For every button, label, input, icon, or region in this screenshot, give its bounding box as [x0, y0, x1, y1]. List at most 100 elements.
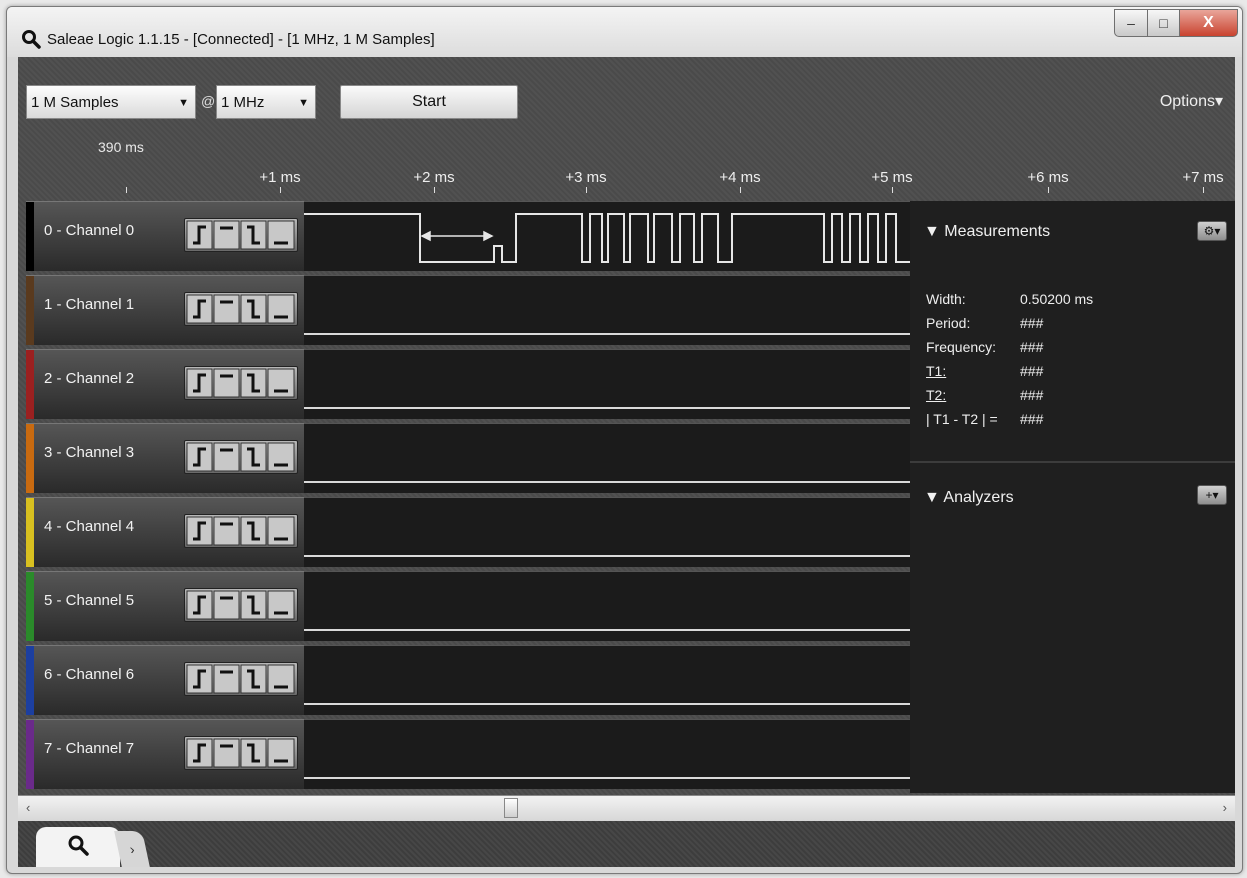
measurement-value: 0.50200 ms: [1020, 291, 1094, 307]
bottom-tab-bar: ›: [18, 821, 1235, 867]
signal-low-line: [304, 407, 910, 409]
waveform-channel-1[interactable]: [304, 275, 910, 345]
channel-row-1[interactable]: 1 - Channel 1: [26, 275, 304, 345]
measurement-label: Width:: [926, 291, 966, 307]
tick-mark: [434, 187, 435, 193]
channel-label: 2 - Channel 2: [44, 370, 135, 387]
chevron-down-icon: ▼: [298, 97, 309, 109]
search-icon: [67, 834, 89, 861]
gear-icon[interactable]: ⚙▾: [1197, 221, 1227, 241]
origin-tick: [126, 187, 127, 193]
trigger-buttons[interactable]: [184, 218, 298, 252]
channel-row-5[interactable]: 5 - Channel 5: [26, 571, 304, 641]
start-button[interactable]: Start: [340, 85, 518, 119]
rate-value: 1 MHz: [221, 93, 265, 111]
measurement-value: ###: [1020, 411, 1044, 427]
channel-row-7[interactable]: 7 - Channel 7: [26, 719, 304, 789]
t1-link[interactable]: T1:: [926, 363, 946, 379]
chevron-down-icon: ▼: [178, 97, 189, 109]
samples-dropdown[interactable]: 1 M Samples ▼: [26, 85, 196, 119]
scroll-left-icon[interactable]: ‹: [26, 800, 30, 815]
measurement-label: | T1 - T2 | =: [926, 411, 998, 427]
side-panel: ▼ Measurements ⚙▾ Width: 0.50200 ms Peri…: [910, 201, 1235, 793]
channel-label: 6 - Channel 6: [44, 666, 135, 683]
waveform-channel-2[interactable]: [304, 349, 910, 419]
scroll-right-icon[interactable]: ›: [1223, 800, 1227, 815]
chevron-right-icon: ›: [127, 841, 137, 857]
channel-row-0[interactable]: 0 - Channel 0: [26, 201, 304, 271]
tick-label: +3 ms: [565, 169, 607, 186]
signal-low-line: [304, 629, 910, 631]
rate-dropdown[interactable]: 1 MHz ▼: [216, 85, 316, 119]
horizontal-scrollbar[interactable]: ‹ ›: [18, 795, 1235, 822]
channel-color: [26, 276, 34, 345]
trigger-buttons[interactable]: [184, 292, 298, 326]
channel-label: 4 - Channel 4: [44, 518, 135, 535]
measurement-value: ###: [1020, 339, 1044, 355]
channel-row-3[interactable]: 3 - Channel 3: [26, 423, 304, 493]
samples-value: 1 M Samples: [31, 93, 119, 111]
channel-color: [26, 720, 34, 789]
at-label: @: [201, 93, 216, 109]
tick-label: +7 ms: [1182, 169, 1224, 186]
measurement-label: Period:: [926, 315, 971, 331]
channel-row-4[interactable]: 4 - Channel 4: [26, 497, 304, 567]
trigger-buttons[interactable]: [184, 440, 298, 474]
channel-color: [26, 646, 34, 715]
tick-mark: [586, 187, 587, 193]
tick-mark: [280, 187, 281, 193]
waveform-channel-4[interactable]: [304, 497, 910, 567]
app-window: Saleae Logic 1.1.15 - [Connected] - [1 M…: [6, 6, 1243, 874]
close-button[interactable]: X: [1180, 9, 1238, 37]
channel-row-2[interactable]: 2 - Channel 2: [26, 349, 304, 419]
trigger-buttons[interactable]: [184, 736, 298, 770]
trigger-buttons[interactable]: [184, 662, 298, 696]
trigger-buttons[interactable]: [184, 514, 298, 548]
scroll-thumb[interactable]: [504, 798, 518, 818]
title-bar: Saleae Logic 1.1.15 - [Connected] - [1 M…: [7, 7, 1242, 57]
tick-label: +1 ms: [259, 169, 301, 186]
tick-mark: [892, 187, 893, 193]
waveform-channel-7[interactable]: [304, 719, 910, 789]
measurement-value: ###: [1020, 387, 1044, 403]
add-analyzer-button[interactable]: +▾: [1197, 485, 1227, 505]
waveform-channel-0[interactable]: [304, 201, 910, 271]
time-origin-label: 390 ms: [98, 139, 144, 155]
channel-color: [26, 350, 34, 419]
measurements-header[interactable]: ▼ Measurements: [924, 223, 1050, 241]
analyzers-header[interactable]: ▼ Analyzers: [924, 489, 1014, 507]
tab-search[interactable]: [36, 827, 120, 867]
signal-low-line: [304, 777, 910, 779]
waveform-channel-5[interactable]: [304, 571, 910, 641]
tick-mark: [1048, 187, 1049, 193]
channel-color: [26, 498, 34, 567]
magnifier-icon: [21, 29, 41, 49]
main-area: 1 M Samples ▼ @ 1 MHz ▼ Start Options▾ 3…: [18, 57, 1235, 867]
panel-divider[interactable]: [910, 461, 1235, 463]
options-menu[interactable]: Options▾: [1160, 91, 1223, 111]
measurement-label: Frequency:: [926, 339, 997, 355]
measurement-value: ###: [1020, 363, 1044, 379]
minimize-button[interactable]: –: [1114, 9, 1148, 37]
trigger-buttons[interactable]: [184, 588, 298, 622]
channel-label: 3 - Channel 3: [44, 444, 135, 461]
signal-low-line: [304, 333, 910, 335]
tick-label: +6 ms: [1027, 169, 1069, 186]
waveform-channel-3[interactable]: [304, 423, 910, 493]
channel-label: 0 - Channel 0: [44, 222, 135, 239]
t2-link[interactable]: T2:: [926, 387, 946, 403]
tick-label: +2 ms: [413, 169, 455, 186]
measurement-value: ###: [1020, 315, 1044, 331]
maximize-button[interactable]: □: [1148, 9, 1180, 37]
signal-low-line: [304, 703, 910, 705]
channel-row-6[interactable]: 6 - Channel 6: [26, 645, 304, 715]
channel-color: [26, 572, 34, 641]
waveform-channel-6[interactable]: [304, 645, 910, 715]
window-title: Saleae Logic 1.1.15 - [Connected] - [1 M…: [47, 31, 435, 48]
tick-mark: [1203, 187, 1204, 193]
channel-label: 1 - Channel 1: [44, 296, 135, 313]
tick-label: +4 ms: [719, 169, 761, 186]
trigger-buttons[interactable]: [184, 366, 298, 400]
tick-mark: [740, 187, 741, 193]
channel-label: 7 - Channel 7: [44, 740, 135, 757]
